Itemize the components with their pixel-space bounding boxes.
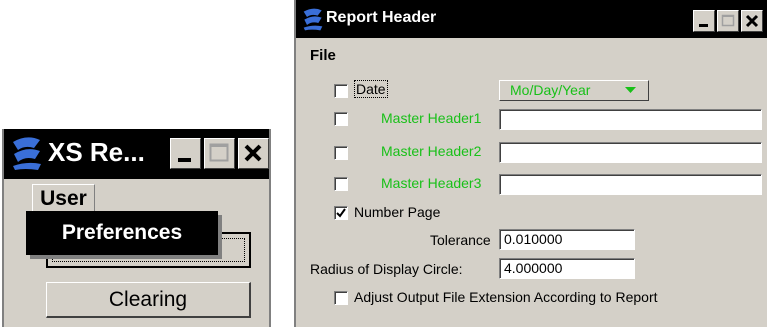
master-header3-label: Master Header3 <box>381 175 482 191</box>
minimize-icon <box>178 158 191 162</box>
master-header1-label: Master Header1 <box>381 110 482 126</box>
adjust-output-checkbox[interactable] <box>334 291 348 305</box>
tolerance-label: Tolerance <box>430 232 491 248</box>
date-label-text: Date <box>354 80 388 98</box>
radius-label: Radius of Display Circle: <box>310 261 463 277</box>
menu-user[interactable]: User <box>32 184 95 214</box>
minimize-button[interactable] <box>693 10 715 32</box>
report-header-window: Report Header File Date Mo/Day/Year Mast… <box>294 0 767 327</box>
app-logo-icon <box>9 135 45 176</box>
master-header3-input[interactable] <box>499 174 762 195</box>
menu-item-preferences[interactable]: Preferences <box>26 211 218 255</box>
date-checkbox[interactable] <box>334 84 348 98</box>
adjust-output-label: Adjust Output File Extension According t… <box>354 289 658 305</box>
maximize-icon <box>209 143 229 162</box>
close-icon <box>745 14 759 28</box>
master-header2-label: Master Header2 <box>381 143 482 159</box>
minimize-icon <box>699 24 708 27</box>
master-header1-checkbox[interactable] <box>334 112 348 126</box>
maximize-icon <box>721 14 735 27</box>
clearing-button[interactable]: Clearing <box>46 282 251 318</box>
radius-input[interactable]: 4.000000 <box>499 258 635 279</box>
master-header3-checkbox[interactable] <box>334 177 348 191</box>
master-header1-input[interactable] <box>499 109 762 130</box>
master-header2-input[interactable] <box>499 142 762 163</box>
number-page-label: Number Page <box>354 204 441 220</box>
xs-window-title: XS Re... <box>48 137 145 167</box>
chevron-down-icon <box>625 87 636 93</box>
tolerance-input[interactable]: 0.010000 <box>499 229 635 250</box>
menu-file[interactable]: File <box>310 47 336 64</box>
close-icon <box>244 144 262 162</box>
close-button[interactable] <box>238 138 269 169</box>
number-page-checkbox[interactable] <box>334 206 348 220</box>
master-header2-checkbox[interactable] <box>334 146 348 160</box>
report-header-titlebar[interactable]: Report Header <box>296 0 767 38</box>
checkmark-icon <box>336 208 346 218</box>
date-format-select[interactable]: Mo/Day/Year <box>499 80 649 101</box>
report-header-title: Report Header <box>326 9 437 26</box>
xs-window-titlebar[interactable]: XS Re... <box>4 129 269 179</box>
app-logo-icon <box>301 7 325 36</box>
xs-window: XS Re... User Preferences Clearing <box>2 129 271 327</box>
maximize-button[interactable] <box>204 138 235 169</box>
maximize-button[interactable] <box>717 10 739 32</box>
date-label: Date <box>354 80 388 98</box>
minimize-button[interactable] <box>170 138 201 169</box>
user-menu-popup: Preferences <box>26 211 218 255</box>
close-button[interactable] <box>741 10 763 32</box>
date-format-value: Mo/Day/Year <box>510 82 591 98</box>
